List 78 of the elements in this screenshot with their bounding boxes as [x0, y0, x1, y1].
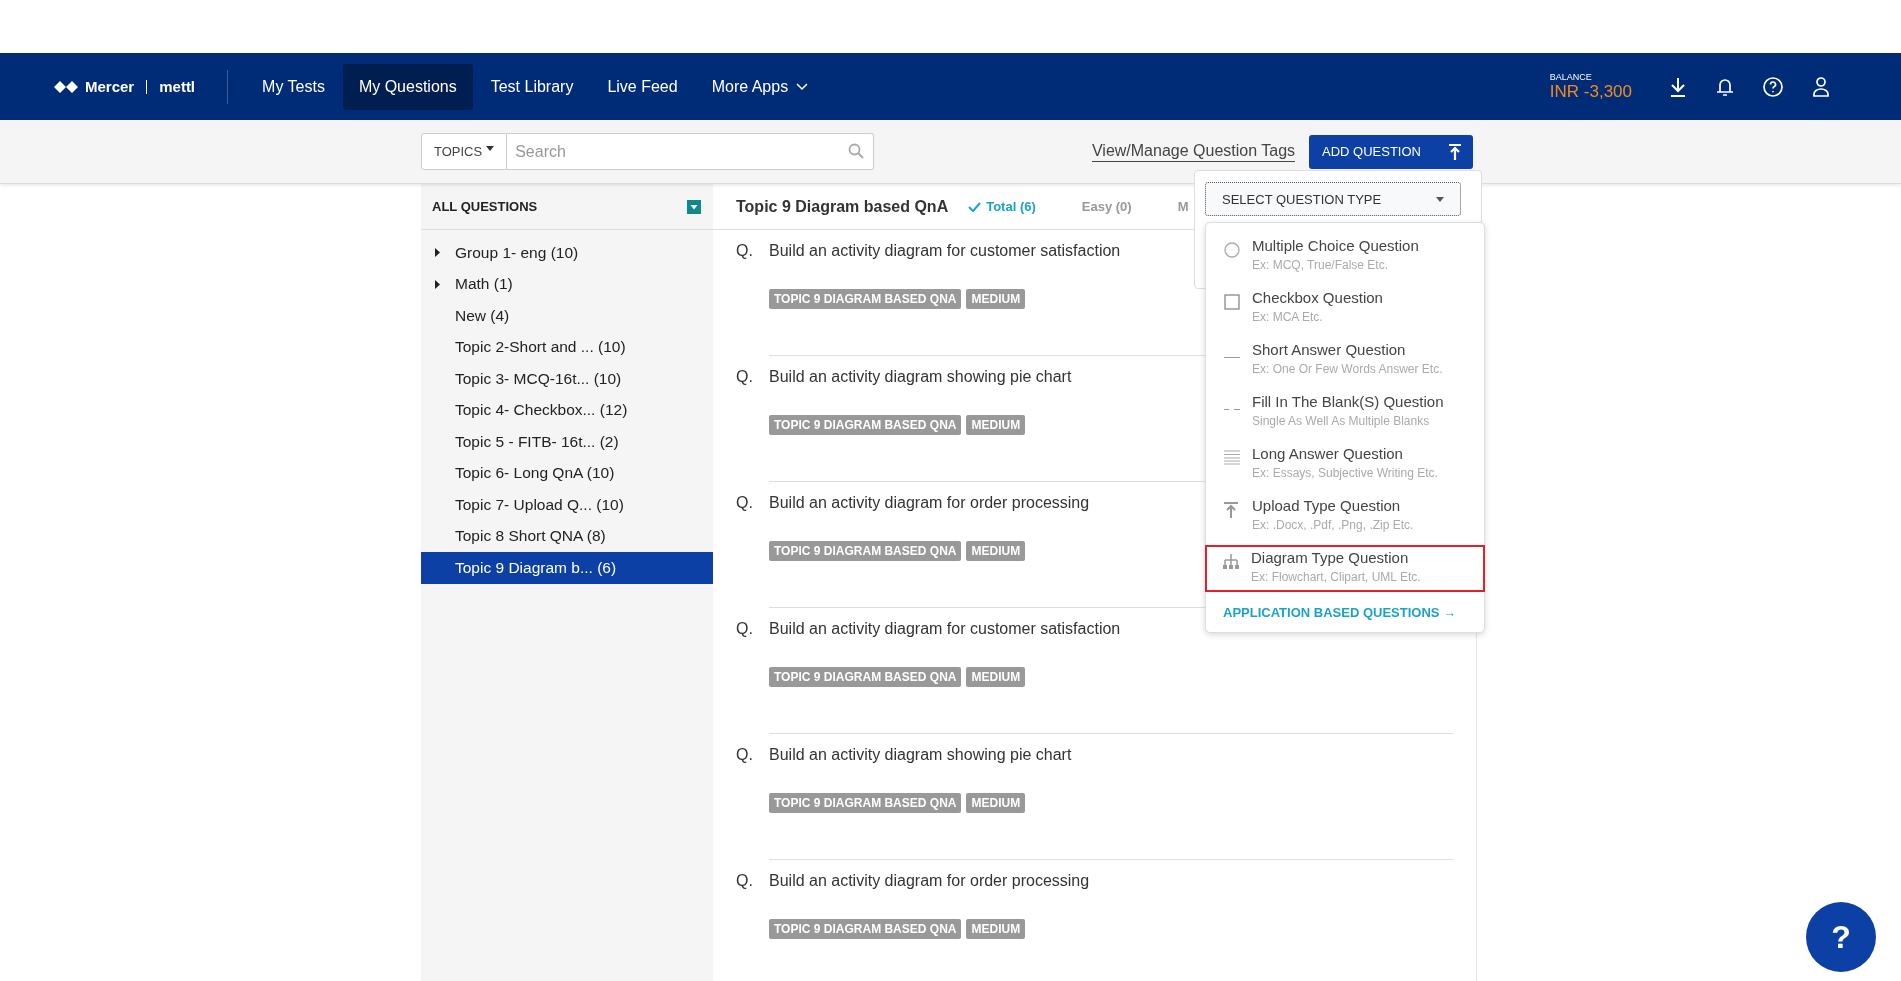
topic-item[interactable]: Group 1- eng (10) — [421, 237, 713, 269]
topic-item[interactable]: Topic 5 - FITB- 16t... (2) — [421, 426, 713, 458]
question-text[interactable]: Build an activity diagram showing pie chart — [769, 368, 1072, 386]
question-text[interactable]: Build an activity diagram for order processing — [769, 872, 1090, 890]
expand-caret-icon[interactable] — [435, 248, 441, 258]
question-type-option[interactable]: Upload Type Question Ex: .Docx, .Pdf, .Png, .Zip Etc. — [1206, 493, 1484, 540]
question-type-option[interactable]: Short Answer Question Ex: One Or Few Words Answer Etc. — [1206, 337, 1484, 384]
question-prefix: Q. — [736, 620, 754, 638]
upload-icon — [1449, 143, 1461, 160]
question-type-option[interactable]: Long Answer Question Ex: Essays, Subjective Writing Etc. — [1206, 441, 1484, 488]
nav-tab[interactable]: More Apps — [695, 63, 825, 110]
question-tag: TOPIC 9 DIAGRAM BASED QNA — [769, 667, 962, 687]
nav-tab[interactable]: My Questions — [342, 63, 473, 110]
nav-tab[interactable]: My Tests — [246, 63, 341, 110]
topic-item[interactable]: Topic 9 Diagram b... (6) — [421, 552, 713, 584]
question-tag: MEDIUM — [966, 541, 1026, 561]
question-type-option[interactable]: Fill In The Blank(S) Question Single As Well As Multiple Blanks — [1206, 389, 1484, 436]
question-text[interactable]: Build an activity diagram for customer satisfaction — [769, 242, 1121, 260]
topic-item[interactable]: Topic 7- Upload Q... (10) — [421, 489, 713, 521]
question-type-option[interactable]: Checkbox Question Ex: MCA Etc. — [1206, 285, 1484, 332]
search-field[interactable]: Search — [507, 133, 874, 170]
question-tag: MEDIUM — [966, 793, 1026, 813]
question-type-option[interactable]: Diagram Type Question Ex: Flowchart, Clipart, UML Etc. — [1205, 545, 1485, 592]
topic-item[interactable]: Topic 6- Long QnA (10) — [421, 457, 713, 489]
dashed-line-icon — [1224, 408, 1240, 411]
checkbox-icon — [1224, 294, 1240, 310]
add-question-button[interactable]: ADD QUESTION — [1309, 134, 1473, 169]
check-icon — [968, 201, 982, 212]
manage-tags-link[interactable]: View/Manage Question Tags — [1091, 141, 1296, 162]
help-button[interactable]: ? — [1806, 902, 1876, 972]
collapse-icon[interactable] — [687, 199, 701, 214]
question-tag: TOPIC 9 DIAGRAM BASED QNA — [769, 289, 962, 309]
question-text[interactable]: Build an activity diagram for customer satisfaction — [769, 620, 1121, 638]
nav-tab[interactable]: Test Library — [474, 63, 590, 110]
question-tag: TOPIC 9 DIAGRAM BASED QNA — [769, 541, 962, 561]
product-name: mettl — [159, 78, 196, 95]
question-tag: TOPIC 9 DIAGRAM BASED QNA — [769, 919, 962, 939]
search-icon — [848, 143, 864, 159]
topics-dropdown[interactable]: TOPICS — [421, 133, 508, 170]
question-prefix: Q. — [736, 872, 754, 890]
question-tag: MEDIUM — [966, 289, 1026, 309]
radio-icon — [1224, 242, 1240, 258]
topic-item[interactable]: Topic 3- MCQ-16t... (10) — [421, 363, 713, 395]
question-tag: TOPIC 9 DIAGRAM BASED QNA — [769, 793, 962, 813]
topic-item[interactable]: Topic 8 Short QNA (8) — [421, 520, 713, 552]
lines-icon — [1224, 450, 1240, 465]
topic-title: Topic 9 Diagram based QnA — [736, 197, 949, 216]
expand-caret-icon[interactable] — [435, 279, 441, 289]
nav-tab[interactable]: Live Feed — [591, 63, 694, 110]
question-prefix: Q. — [736, 494, 754, 512]
help-icon[interactable] — [1762, 75, 1784, 98]
brand-name: Mercer — [85, 78, 135, 95]
balance-label: BALANCE — [1549, 71, 1593, 82]
underline-icon — [1224, 356, 1240, 359]
hierarchy-icon — [1223, 554, 1239, 569]
topic-item[interactable]: Topic 2-Short and ... (10) — [421, 331, 713, 363]
topic-item[interactable]: New (4) — [421, 300, 713, 332]
logo-mark-icon — [53, 79, 79, 94]
question-text[interactable]: Build an activity diagram for order processing — [769, 494, 1090, 512]
question-type-option[interactable]: Multiple Choice Question Ex: MCQ, True/False Etc. — [1206, 233, 1484, 280]
question-prefix: Q. — [736, 746, 754, 764]
question-text[interactable]: Build an activity diagram showing pie chart — [769, 746, 1072, 764]
sidebar-title: ALL QUESTIONS — [432, 199, 538, 214]
user-icon[interactable] — [1811, 75, 1831, 98]
question-prefix: Q. — [736, 368, 754, 386]
caret-icon — [486, 146, 495, 151]
question-type-select[interactable]: SELECT QUESTION TYPE — [1205, 182, 1461, 216]
question-tag: MEDIUM — [966, 667, 1026, 687]
question-tag: TOPIC 9 DIAGRAM BASED QNA — [769, 415, 962, 435]
balance-value: INR -3,300 — [1549, 81, 1632, 102]
topic-item[interactable]: Topic 4- Checkbox... (12) — [421, 394, 713, 426]
topic-item[interactable]: Math (1) — [421, 268, 713, 300]
question-tag: MEDIUM — [966, 415, 1026, 435]
upload-icon — [1224, 502, 1238, 518]
question-prefix: Q. — [736, 242, 754, 260]
question-tag: MEDIUM — [966, 919, 1026, 939]
caret-icon — [1436, 196, 1444, 202]
download-icon[interactable] — [1668, 75, 1688, 98]
